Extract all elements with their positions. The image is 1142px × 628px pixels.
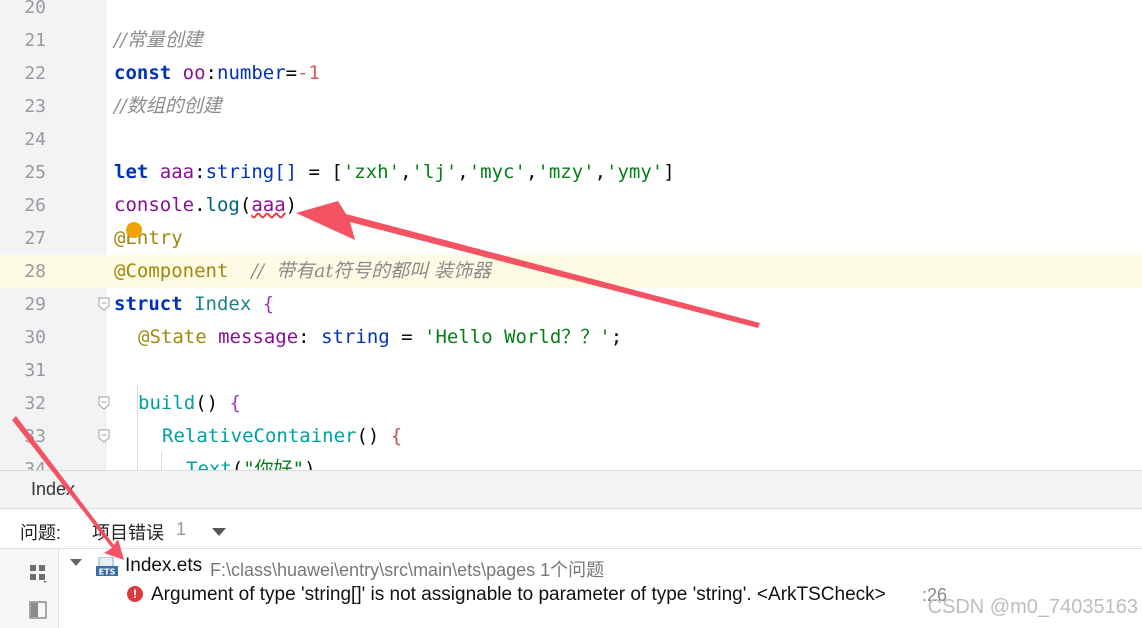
line-number: 30 <box>24 327 46 348</box>
line-number: 31 <box>24 360 46 381</box>
code-line[interactable]: 21 //常量创建 <box>0 24 1142 57</box>
problems-title: 问题: <box>20 523 62 543</box>
code-text: build() { <box>138 392 241 414</box>
line-number: 22 <box>24 63 46 84</box>
error-count: 1 <box>176 519 187 539</box>
line-number: 27 <box>24 228 46 249</box>
code-text: @Component // 带有at符号的都叫 装饰器 <box>114 260 492 282</box>
breadcrumb[interactable]: Index <box>31 479 75 500</box>
problem-file-path: F:\class\huawei\entry\src\main\ets\pages… <box>210 560 605 580</box>
fold-icon[interactable] <box>98 396 110 410</box>
line-number: 29 <box>24 294 46 315</box>
code-line[interactable]: 29 struct Index { <box>0 288 1142 321</box>
tab-project-errors[interactable]: 项目错误 <box>92 519 164 545</box>
line-number: 28 <box>24 261 46 282</box>
line-number: 24 <box>24 129 46 150</box>
code-line[interactable]: 20 <box>0 0 1142 24</box>
code-editor[interactable]: 20 21 //常量创建 22 const oo:number=-1 23 //… <box>0 0 1142 470</box>
line-number: 20 <box>24 0 46 18</box>
current-code-line[interactable]: 28 @Component // 带有at符号的都叫 装饰器 <box>0 255 1142 288</box>
svg-text:ETS: ETS <box>99 568 116 577</box>
code-text: let aaa:string[] = ['zxh','lj','myc','mz… <box>114 161 675 183</box>
code-decorator: @Entry <box>114 227 183 249</box>
code-text: Text("你好") <box>186 458 316 470</box>
code-line[interactable]: 22 const oo:number=-1 <box>0 57 1142 90</box>
code-text: console.log(aaa) <box>114 194 298 216</box>
ets-file-icon: ETS <box>96 557 118 577</box>
line-number: 21 <box>24 30 46 51</box>
line-number: 33 <box>24 426 46 447</box>
error-icon: ! <box>127 586 143 602</box>
line-number: 25 <box>24 162 46 183</box>
line-number: 26 <box>24 195 46 216</box>
code-line[interactable]: 34 Text("你好") <box>0 453 1142 470</box>
code-line[interactable]: 26 console.log(aaa) <box>0 189 1142 222</box>
fold-icon[interactable] <box>98 429 110 443</box>
watermark: CSDN @m0_74035163 <box>927 596 1138 618</box>
fold-icon[interactable] <box>98 297 110 311</box>
code-text: @State message: string = 'Hello World？？'… <box>138 326 623 348</box>
line-number: 23 <box>24 96 46 117</box>
code-text: const oo:number=-1 <box>114 62 320 84</box>
code-line[interactable]: 30 @State message: string = 'Hello World… <box>0 321 1142 354</box>
line-number: 34 <box>24 459 46 470</box>
problems-toolbar <box>0 549 59 628</box>
code-comment: //常量创建 <box>114 29 203 51</box>
code-text: struct Index { <box>114 293 275 315</box>
line-number: 32 <box>24 393 46 414</box>
code-line[interactable]: 33 RelativeContainer() { <box>0 420 1142 453</box>
code-line[interactable]: 32 build() { <box>0 387 1142 420</box>
preview-panel-icon[interactable] <box>29 601 47 619</box>
problems-panel-header: 问题: 项目错误 1 <box>0 508 1142 549</box>
code-comment: //数组的创建 <box>114 95 222 117</box>
code-line[interactable]: 25 let aaa:string[] = ['zxh','lj','myc',… <box>0 156 1142 189</box>
code-line[interactable]: 23 //数组的创建 <box>0 90 1142 123</box>
code-line[interactable]: 24 <box>0 123 1142 156</box>
expand-chevron-icon[interactable] <box>70 559 82 566</box>
code-text: RelativeContainer() { <box>162 425 403 447</box>
group-by-icon[interactable] <box>29 563 49 583</box>
problem-message[interactable]: Argument of type 'string[]' is not assig… <box>151 584 886 606</box>
breadcrumb-bar: Index <box>0 470 1142 509</box>
intention-bulb-icon[interactable] <box>126 222 142 238</box>
code-line[interactable]: 31 <box>0 354 1142 387</box>
chevron-down-icon[interactable] <box>212 528 226 536</box>
code-line[interactable]: 27 @Entry <box>0 222 1142 255</box>
error-squiggle: aaa <box>251 194 286 216</box>
problem-file-name[interactable]: Index.ets <box>125 555 202 577</box>
